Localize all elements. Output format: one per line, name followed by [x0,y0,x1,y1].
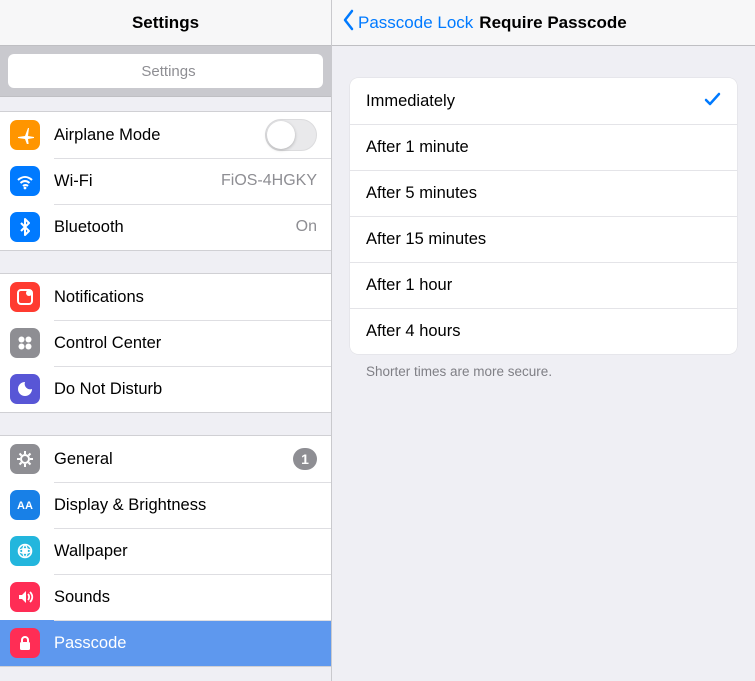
option-label: After 1 minute [366,138,469,157]
sidebar-item-label: Sounds [54,588,317,607]
sidebar-item-wifi[interactable]: Wi-FiFiOS-4HGKY [0,158,331,204]
sidebar-item-dnd[interactable]: Do Not Disturb [0,366,331,412]
settings-group: Airplane ModeWi-FiFiOS-4HGKYBluetoothOn [0,111,331,251]
sidebar-item-label: Wallpaper [54,542,317,561]
general-icon [10,444,40,474]
sidebar-item-label: Airplane Mode [54,126,265,145]
sidebar-item-control-center[interactable]: Control Center [0,320,331,366]
search-bar-wrap: Settings [0,46,331,97]
notifications-icon [10,282,40,312]
sidebar-item-sounds[interactable]: Sounds [0,574,331,620]
require-passcode-option[interactable]: After 1 minute [350,124,737,170]
sidebar-item-label: Wi-Fi [54,172,221,191]
row-detail: FiOS-4HGKY [221,172,317,190]
sidebar-groups: Airplane ModeWi-FiFiOS-4HGKYBluetoothOnN… [0,97,331,667]
check-icon [703,90,721,113]
chevron-left-icon [342,9,356,36]
require-passcode-option[interactable]: After 4 hours [350,308,737,354]
sidebar-item-bluetooth[interactable]: BluetoothOn [0,204,331,250]
footer-note: Shorter times are more secure. [350,354,737,379]
main-panel: Passcode Lock Require Passcode Immediate… [332,0,755,681]
main-body: Immediately After 1 minute After 5 minutes… [332,46,755,379]
bluetooth-icon [10,212,40,242]
settings-group: Notifications Control Center Do Not Distur… [0,273,331,413]
switch-knob [267,121,295,149]
back-button[interactable]: Passcode Lock [342,9,473,36]
sidebar-item-label: General [54,450,293,469]
sidebar-header: Settings [0,0,331,46]
main-header: Passcode Lock Require Passcode [332,0,755,46]
dnd-icon [10,374,40,404]
sidebar-item-label: Control Center [54,334,317,353]
require-passcode-option[interactable]: After 1 hour [350,262,737,308]
option-label: After 5 minutes [366,184,477,203]
search-input[interactable]: Settings [8,54,323,88]
option-label: After 15 minutes [366,230,486,249]
sidebar-item-display[interactable]: Display & Brightness [0,482,331,528]
options-list: Immediately After 1 minute After 5 minutes… [350,78,737,354]
page-title: Require Passcode [479,13,626,33]
search-placeholder: Settings [141,63,195,80]
sidebar-item-general[interactable]: General1 [0,436,331,482]
require-passcode-option[interactable]: After 5 minutes [350,170,737,216]
row-detail: On [296,218,317,236]
wifi-icon [10,166,40,196]
wallpaper-icon [10,536,40,566]
sidebar-item-label: Bluetooth [54,218,296,237]
require-passcode-option[interactable]: After 15 minutes [350,216,737,262]
sidebar-title: Settings [132,13,199,33]
settings-sidebar: Settings Settings Airplane Mode Wi-FiFiOS… [0,0,332,681]
sidebar-item-label: Display & Brightness [54,496,317,515]
row-badge: 1 [293,448,317,470]
option-label: After 1 hour [366,276,452,295]
airplane-icon [10,120,40,150]
sidebar-item-notifications[interactable]: Notifications [0,274,331,320]
sidebar-item-wallpaper[interactable]: Wallpaper [0,528,331,574]
option-label: Immediately [366,92,455,111]
sidebar-item-passcode[interactable]: Passcode [0,620,331,666]
toggle-switch[interactable] [265,119,317,151]
sidebar-item-label: Do Not Disturb [54,380,317,399]
require-passcode-option[interactable]: Immediately [350,78,737,124]
sidebar-item-label: Passcode [54,634,317,653]
display-icon [10,490,40,520]
option-label: After 4 hours [366,322,460,341]
sounds-icon [10,582,40,612]
sidebar-item-airplane[interactable]: Airplane Mode [0,112,331,158]
settings-group: General1 Display & Brightness Wallpaper Sou… [0,435,331,667]
app-root: Settings Settings Airplane Mode Wi-FiFiOS… [0,0,755,681]
sidebar-item-label: Notifications [54,288,317,307]
control-center-icon [10,328,40,358]
back-label: Passcode Lock [358,13,473,33]
passcode-icon [10,628,40,658]
